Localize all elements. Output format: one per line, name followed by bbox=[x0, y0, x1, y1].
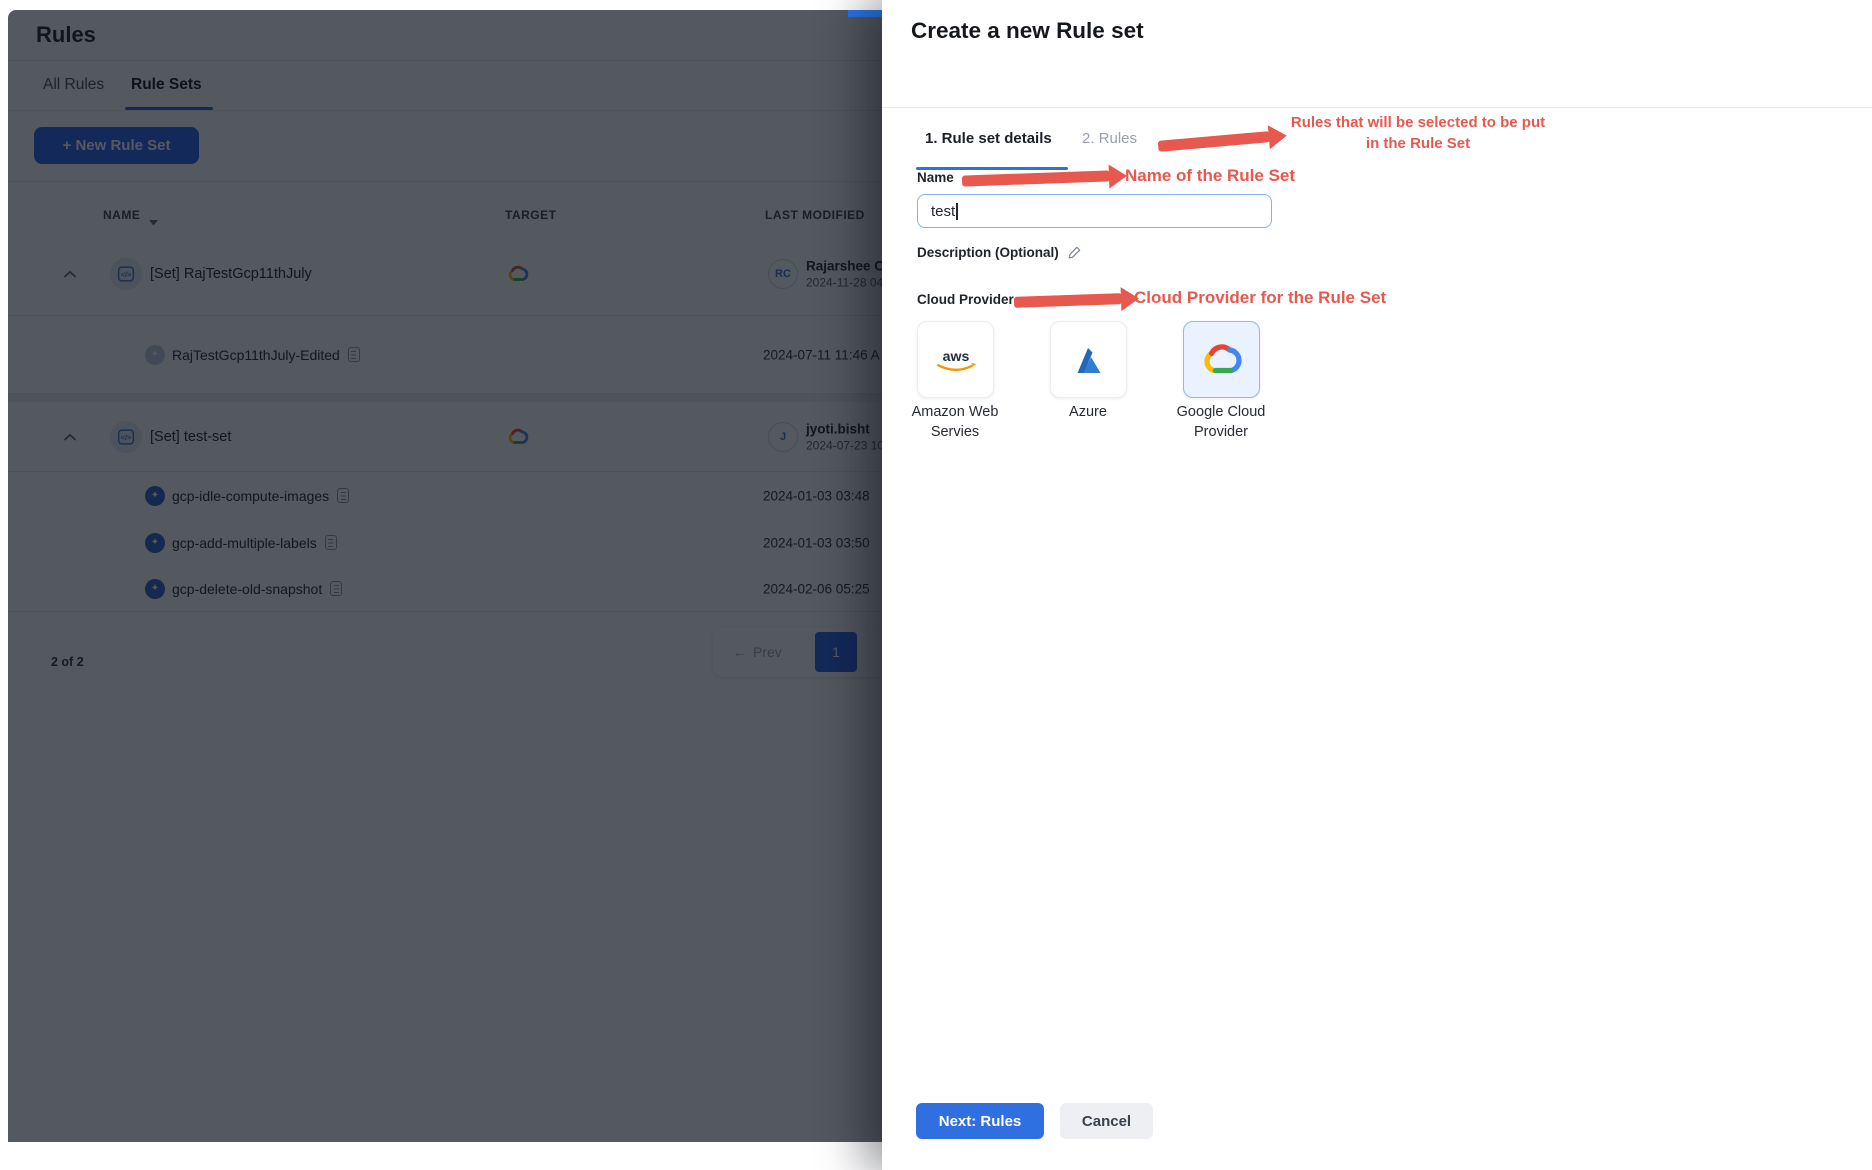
description-label: Description (Optional) bbox=[917, 245, 1082, 260]
annotation-line: in the Rule Set bbox=[1365, 135, 1471, 152]
create-rule-set-drawer: Create a new Rule set 1. Rule set detail… bbox=[882, 0, 1872, 1170]
step-rule-set-details[interactable]: 1. Rule set details bbox=[925, 130, 1052, 147]
rule-set-name-input[interactable]: test bbox=[917, 194, 1272, 228]
text-cursor bbox=[956, 202, 958, 220]
modal-dim-overlay bbox=[8, 10, 882, 1142]
next-rules-button[interactable]: Next: Rules bbox=[916, 1103, 1044, 1139]
description-label-text: Description (Optional) bbox=[917, 245, 1059, 260]
azure-logo-icon bbox=[1069, 340, 1109, 380]
provider-card-azure[interactable] bbox=[1050, 321, 1127, 398]
gcp-logo-icon bbox=[1199, 341, 1245, 379]
annotation-name-note: Name of the Rule Set bbox=[1125, 166, 1296, 185]
step-rules[interactable]: 2. Rules bbox=[1082, 130, 1137, 147]
annotation-provider-note: Cloud Provider for the Rule Set bbox=[1134, 288, 1387, 307]
svg-text:aws: aws bbox=[942, 347, 969, 363]
edit-pencil-icon[interactable] bbox=[1067, 245, 1082, 260]
aws-logo-icon: aws bbox=[933, 345, 979, 375]
cancel-button[interactable]: Cancel bbox=[1060, 1103, 1153, 1139]
annotation-steps-note: Rules that will be selected to be put in… bbox=[1248, 112, 1588, 154]
provider-label-gcp: Google Cloud Provider bbox=[1176, 404, 1266, 440]
name-input-value: test bbox=[931, 202, 956, 220]
provider-label-aws: Amazon Web Servies bbox=[911, 404, 999, 440]
provider-label-azure: Azure bbox=[1069, 404, 1107, 420]
provider-card-gcp[interactable] bbox=[1183, 321, 1260, 398]
rules-page-backdrop: Rules All Rules Rule Sets + New Rule Set… bbox=[8, 10, 882, 1142]
annotation-arrow-icon bbox=[1013, 293, 1123, 308]
cloud-provider-label: Cloud Provider bbox=[917, 292, 1014, 307]
annotation-line: Rules that will be selected to be put bbox=[1290, 114, 1546, 131]
drawer-title: Create a new Rule set bbox=[911, 18, 1144, 43]
provider-card-aws[interactable]: aws bbox=[917, 321, 994, 398]
divider bbox=[882, 107, 1872, 108]
name-label: Name bbox=[917, 170, 954, 185]
annotation-arrow-icon bbox=[961, 170, 1111, 187]
hidden-button-sliver bbox=[848, 10, 882, 17]
